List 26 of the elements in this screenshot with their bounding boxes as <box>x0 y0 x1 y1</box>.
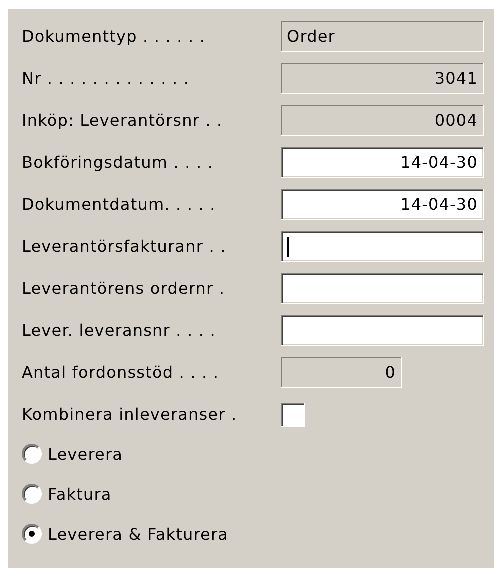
field-label: Nr . . . . . . . . . . . . . <box>22 69 191 88</box>
field-label: Antal fordonsstöd . . . . <box>22 363 220 382</box>
field-label: Kombinera inleveranser . <box>22 405 238 424</box>
field-label: Bokföringsdatum . . . . <box>22 153 215 172</box>
input-field[interactable] <box>281 273 484 304</box>
input-field[interactable] <box>281 315 484 346</box>
readonly-field[interactable]: 3041 <box>281 63 484 94</box>
readonly-field[interactable]: 0004 <box>281 105 484 136</box>
radio-button[interactable] <box>22 524 42 544</box>
input-field[interactable]: 14-04-30 <box>281 147 484 178</box>
radio-label[interactable]: Leverera & Fakturera <box>48 524 229 544</box>
field-label: Leverantörens ordernr . <box>22 279 226 298</box>
radio-label[interactable]: Faktura <box>48 484 112 504</box>
field-label: Dokumentdatum. . . . . <box>22 195 217 214</box>
readonly-field[interactable]: 0 <box>281 357 402 388</box>
field-label: Lever. leveransnr . . . . <box>22 321 217 340</box>
input-field[interactable] <box>281 231 484 262</box>
radio-button[interactable] <box>22 444 42 464</box>
field-label: Leverantörsfakturanr . . <box>22 237 228 256</box>
input-field[interactable]: 14-04-30 <box>281 189 484 220</box>
readonly-field[interactable]: Order <box>281 21 484 52</box>
field-label: Inköp: Leverantörsnr . . <box>22 111 224 130</box>
field-label: Dokumenttyp . . . . . . <box>22 27 207 46</box>
radio-button[interactable] <box>22 484 42 504</box>
radio-label[interactable]: Leverera <box>48 444 124 464</box>
checkbox[interactable] <box>281 402 305 426</box>
